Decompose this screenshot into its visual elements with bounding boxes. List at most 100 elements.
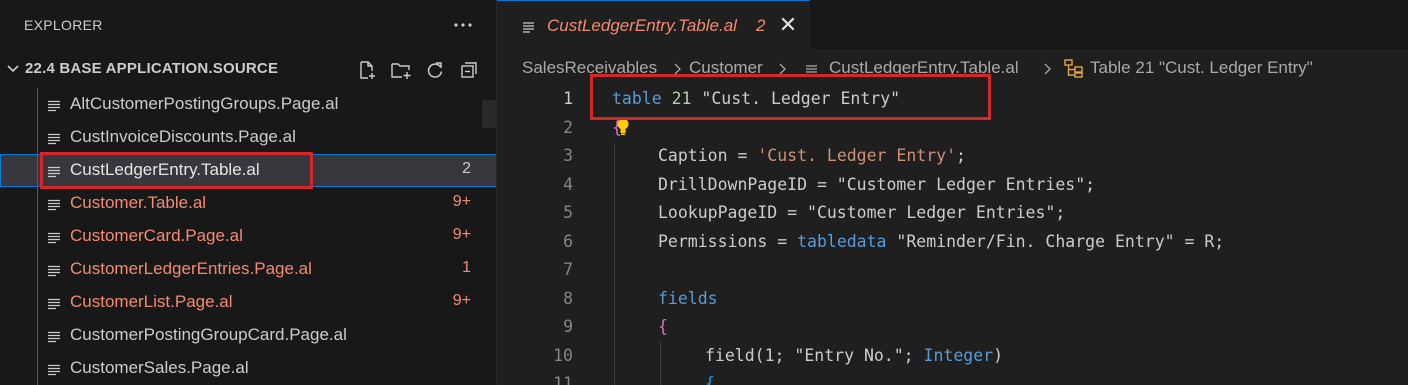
file-lines-icon (48, 363, 61, 376)
line-number: 3 (563, 146, 573, 165)
file-lines-icon (48, 198, 61, 211)
file-item[interactable]: CustomerSales.Page.al (0, 352, 496, 385)
line-number: 10 (553, 345, 573, 365)
breadcrumb: SalesReceivables Customer CustLedgerEntr… (497, 49, 1408, 87)
code-token-identifier: Permissions = (658, 231, 798, 251)
file-lines-icon (48, 330, 61, 343)
line-number: 1 (563, 89, 573, 108)
breadcrumb-item-salesreceivables[interactable]: SalesReceivables (522, 58, 657, 78)
chevron-down-icon[interactable] (6, 62, 20, 76)
file-lines-icon (48, 264, 61, 277)
line-number: 11 (553, 374, 573, 385)
file-lines-icon (48, 99, 61, 112)
tab-label: CustLedgerEntry.Table.al (547, 16, 737, 35)
code-token-keyword: Integer (923, 345, 994, 365)
file-lines-icon (48, 297, 61, 310)
code-line-4: DrillDownPageID = "Customer Ledger Entri… (658, 174, 1096, 194)
code-line-11: { (705, 370, 715, 385)
new-file-icon[interactable] (354, 57, 380, 83)
tree-indent-guide (37, 352, 38, 385)
code-editor[interactable]: 1 2 3 4 5 6 7 8 9 10 11 table 21 "Cust. … (497, 85, 1408, 385)
code-token-punct: ) (993, 345, 1004, 365)
indent-guide (614, 143, 615, 385)
breadcrumb-item-customer[interactable]: Customer (689, 58, 763, 78)
tab-custledgerentry[interactable]: CustLedgerEntry.Table.al 2 ✕ (497, 0, 810, 49)
file-item[interactable]: CustInvoiceDiscounts.Page.al (0, 121, 496, 154)
folder-header[interactable]: 22.4 BASE APPLICATION.SOURCE (0, 52, 496, 86)
code-line-6: Permissions = tabledata "Reminder/Fin. C… (658, 228, 1224, 257)
close-icon[interactable]: ✕ (778, 14, 798, 36)
file-name: CustLedgerEntry.Table.al (70, 160, 260, 179)
file-name: CustomerList.Page.al (70, 292, 233, 311)
code-line-2: { (612, 114, 622, 143)
code-token-string: "Cust. Ledger Entry" (701, 89, 901, 108)
problem-count-badge: 9+ (452, 292, 471, 309)
file-item-active[interactable]: CustLedgerEntry.Table.al 2 (0, 154, 496, 187)
chevron-right-icon (1043, 62, 1052, 75)
file-name: CustomerPostingGroupCard.Page.al (70, 325, 347, 344)
code-token-rest: "Reminder/Fin. Charge Entry" = R; (886, 231, 1225, 251)
tab-problem-count: 2 (756, 16, 766, 35)
line-number: 7 (563, 260, 573, 279)
file-name: CustomerLedgerEntries.Page.al (70, 259, 312, 278)
refresh-icon[interactable] (422, 57, 448, 83)
tree-indent-guide (37, 88, 38, 121)
file-lines-icon (48, 231, 61, 244)
new-folder-icon[interactable] (388, 57, 414, 83)
file-lines-icon (523, 20, 535, 33)
file-name: CustomerSales.Page.al (70, 358, 249, 377)
breadcrumb-item-symbol[interactable]: Table 21 "Cust. Ledger Entry" (1090, 58, 1313, 78)
file-item[interactable]: CustomerPostingGroupCard.Page.al (0, 319, 496, 352)
tree-indent-guide (37, 286, 38, 319)
file-item[interactable]: Customer.Table.al 9+ (0, 187, 496, 220)
code-token-punct: ; (956, 146, 966, 165)
line-number: 4 (563, 174, 573, 194)
explorer-title: EXPLORER (24, 17, 103, 33)
collapse-all-icon[interactable] (456, 57, 482, 83)
file-lines-icon (48, 132, 61, 145)
code-token-brace: { (705, 374, 715, 385)
code-token-brace: { (658, 317, 668, 336)
file-item[interactable]: CustomerList.Page.al 9+ (0, 286, 496, 319)
code-line-8: fields (658, 288, 718, 308)
line-number: 8 (563, 288, 573, 308)
file-item[interactable]: CustomerCard.Page.al 9+ (0, 220, 496, 253)
file-lines-icon (806, 63, 818, 76)
ellipsis-icon[interactable] (451, 14, 475, 36)
file-item[interactable]: CustomerLedgerEntries.Page.al 1 (0, 253, 496, 286)
breadcrumb-item-file[interactable]: CustLedgerEntry.Table.al (829, 58, 1019, 78)
code-line-1: table 21 "Cust. Ledger Entry" (612, 85, 900, 114)
line-number: 6 (563, 231, 573, 251)
line-number: 5 (563, 203, 573, 222)
file-item[interactable]: AltCustomerPostingGroups.Page.al (0, 88, 496, 121)
tab-bar: CustLedgerEntry.Table.al 2 ✕ (497, 0, 1408, 49)
problem-count-badge: 1 (462, 259, 471, 276)
tree-indent-guide (37, 121, 38, 154)
code-token-brace: { (612, 117, 622, 137)
line-number: 9 (563, 317, 573, 336)
file-lines-icon (48, 165, 61, 178)
editor-pane: CustLedgerEntry.Table.al 2 ✕ SalesReceiv… (497, 0, 1408, 385)
tree-indent-guide (37, 154, 38, 187)
code-token-keyword: table (612, 89, 662, 108)
code-line-10: field(1; "Entry No."; Integer) (705, 342, 1003, 371)
problem-count-badge: 9+ (452, 193, 471, 210)
explorer-header: EXPLORER (0, 0, 496, 52)
problem-count-badge: 9+ (452, 226, 471, 243)
code-token-keyword: tabledata (797, 231, 887, 251)
tree-indent-guide (37, 319, 38, 352)
code-token-identifier: field(1; "Entry No."; (705, 345, 924, 365)
indent-guide (660, 341, 661, 385)
chevron-right-icon (778, 62, 787, 75)
file-name: AltCustomerPostingGroups.Page.al (70, 94, 339, 113)
tree-indent-guide (37, 187, 38, 220)
symbol-structure-icon (1063, 57, 1085, 79)
file-tree: AltCustomerPostingGroups.Page.al CustInv… (0, 88, 496, 385)
code-token-string: 'Cust. Ledger Entry' (757, 146, 957, 165)
sidebar-scrollbar[interactable] (482, 100, 496, 128)
file-name: Customer.Table.al (70, 193, 207, 212)
problem-count-badge: 2 (462, 160, 471, 177)
code-line-3: Caption = 'Cust. Ledger Entry'; (658, 142, 966, 171)
file-name: CustomerCard.Page.al (70, 226, 243, 245)
chevron-right-icon (673, 62, 682, 75)
